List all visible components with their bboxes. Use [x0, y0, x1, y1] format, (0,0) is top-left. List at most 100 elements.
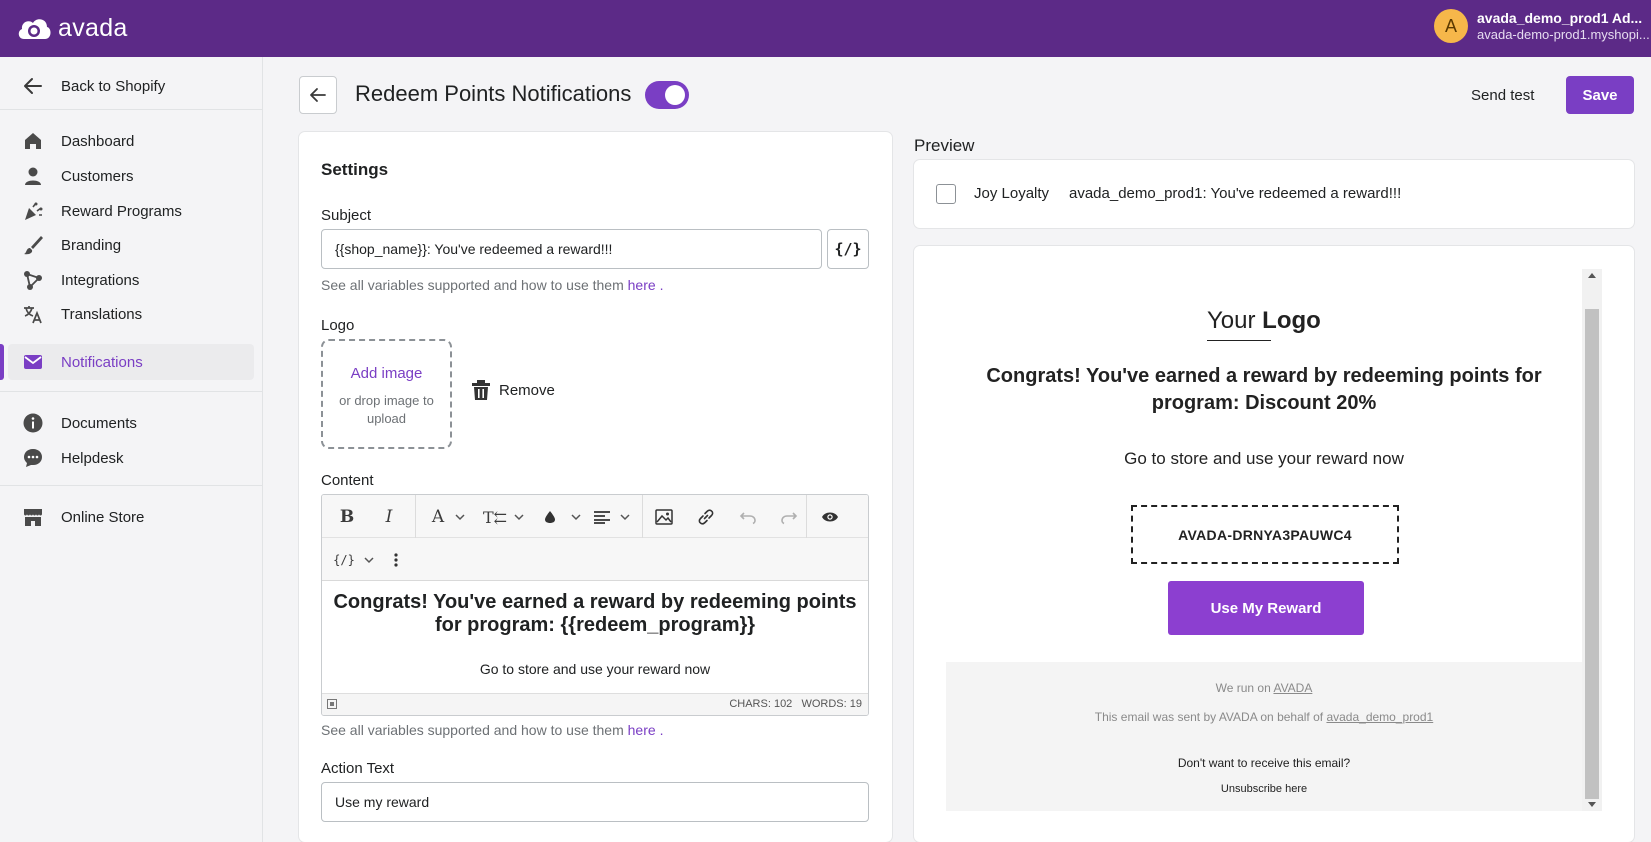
sidebar-item-documents[interactable]: Documents	[8, 405, 254, 441]
unsubscribe-question: Don't want to receive this email?	[1177, 756, 1351, 770]
insert-link-button[interactable]	[694, 503, 718, 531]
save-button[interactable]: Save	[1566, 76, 1634, 114]
translate-icon	[24, 306, 42, 324]
add-image-link[interactable]: Add image	[323, 365, 450, 382]
chevron-down-icon	[620, 514, 630, 521]
help-text: See all variables supported and how to u…	[321, 722, 624, 738]
logo-dropzone[interactable]: Add image or drop image to upload	[321, 339, 452, 449]
brush-icon	[24, 236, 43, 255]
sidebar-item-translations[interactable]: Translations	[8, 296, 254, 332]
scroll-up-arrow[interactable]	[1588, 273, 1596, 278]
network-icon	[24, 271, 42, 290]
store-icon	[24, 509, 42, 526]
variables-help: See all variables supported and how to u…	[321, 277, 663, 293]
more-options-button[interactable]	[388, 546, 404, 574]
font-color-dropdown[interactable]: A	[424, 503, 474, 531]
use-my-reward-button[interactable]: Use My Reward	[1168, 581, 1364, 635]
sidebar-item-integrations[interactable]: Integrations	[8, 262, 254, 298]
back-button[interactable]	[299, 76, 337, 114]
logo-logo: Logo	[1262, 307, 1321, 334]
variables-help-link[interactable]: here	[628, 277, 656, 293]
sidebar-item-label: Customers	[61, 167, 134, 185]
sidebar-item-branding[interactable]: Branding	[8, 227, 254, 263]
preview-button[interactable]	[818, 503, 842, 531]
send-test-button[interactable]: Send test	[1457, 76, 1548, 114]
powered-by: We run on AVADA	[946, 681, 1582, 695]
editor-toolbar: B I A T⇇ {/}	[322, 495, 868, 581]
sidebar-item-label: Translations	[61, 305, 143, 323]
logo-label: Logo	[321, 317, 355, 334]
sidebar-item-customers[interactable]: Customers	[8, 158, 254, 194]
action-text-input[interactable]: Use my reward	[321, 782, 869, 822]
sent-by-text: This email was sent by AVADA on behalf o…	[1094, 710, 1324, 724]
divider	[0, 391, 263, 392]
scroll-down-arrow[interactable]	[1588, 802, 1596, 807]
sent-by: This email was sent by AVADA on behalf o…	[946, 710, 1582, 724]
sidebar-item-helpdesk[interactable]: Helpdesk	[8, 440, 254, 476]
sidebar-item-notifications[interactable]: Notifications	[8, 344, 254, 380]
sidebar-item-label: Dashboard	[61, 132, 135, 150]
email-preview-card: Your Logo Congrats! You've earned a rewa…	[914, 246, 1634, 842]
highlight-dropdown[interactable]	[542, 503, 584, 531]
sidebar-item-label: Branding	[61, 236, 122, 254]
sidebar: Back to Shopify Dashboard Customers Rewa…	[0, 57, 263, 842]
toggle-knob	[665, 85, 685, 105]
sidebar-item-label: Notifications	[61, 353, 143, 371]
account-domain: avada-demo-prod1.myshopi...	[1477, 27, 1650, 42]
arrow-left-icon	[310, 88, 326, 102]
account-menu[interactable]: A avada_demo_prod1 Ad... avada-demo-prod…	[1434, 9, 1651, 43]
email-frame: Your Logo Congrats! You've earned a rewa…	[946, 269, 1602, 811]
subject-input[interactable]: {{shop_name}}: You've redeemed a reward!…	[321, 229, 822, 269]
inbox-checkbox[interactable]	[936, 184, 956, 204]
chevron-down-icon	[571, 514, 581, 521]
info-icon	[23, 413, 43, 433]
redo-button[interactable]	[777, 503, 801, 531]
inbox-sender: Joy Loyalty	[974, 185, 1050, 202]
bold-button[interactable]: B	[336, 503, 358, 531]
enable-toggle[interactable]	[645, 81, 689, 109]
mail-icon	[24, 355, 42, 369]
unsubscribe-link[interactable]: Unsubscribe here	[946, 783, 1582, 795]
help-period: .	[659, 722, 664, 738]
settings-card: Settings Subject {{shop_name}}: You've r…	[299, 132, 892, 842]
variables-help-link[interactable]: here	[628, 722, 656, 738]
sidebar-item-label: Documents	[61, 414, 137, 432]
brand-logo[interactable]: avada	[16, 12, 128, 44]
sidebar-item-dashboard[interactable]: Dashboard	[8, 123, 254, 159]
back-to-shopify-link[interactable]: Back to Shopify	[8, 68, 254, 104]
sidebar-item-online-store[interactable]: Online Store	[8, 499, 254, 535]
home-icon	[25, 133, 41, 149]
discount-code: AVADA-DRNYA3PAUWC4	[1131, 505, 1399, 564]
logo-underline	[1207, 340, 1271, 341]
we-run-text: We run on	[1215, 681, 1271, 695]
remove-logo-button[interactable]: Remove	[471, 379, 555, 401]
insert-variable-dropdown[interactable]: {/}	[332, 546, 376, 574]
active-indicator	[0, 344, 4, 380]
avada-link[interactable]: AVADA	[1273, 681, 1312, 695]
scroll-thumb[interactable]	[1585, 309, 1599, 799]
divider	[0, 485, 263, 486]
drop-hint: or drop image to upload	[339, 393, 434, 426]
email-scrollbar[interactable]	[1582, 269, 1602, 811]
chevron-down-icon	[514, 514, 524, 521]
insert-variable-button[interactable]: {/}	[827, 229, 869, 269]
insert-image-button[interactable]	[652, 503, 676, 531]
page-title: Redeem Points Notifications	[355, 81, 632, 106]
help-text: See all variables supported and how to u…	[321, 277, 624, 293]
italic-button[interactable]: I	[378, 503, 400, 531]
font-size-dropdown[interactable]: T⇇	[482, 503, 526, 531]
preview-label: Preview	[914, 136, 975, 155]
email-body: Your Logo Congrats! You've earned a rewa…	[946, 269, 1582, 662]
resize-icon[interactable]	[327, 699, 337, 709]
shop-link[interactable]: avada_demo_prod1	[1326, 710, 1433, 724]
editor-content[interactable]: Congrats! You've earned a reward by rede…	[322, 581, 868, 693]
undo-button[interactable]	[736, 503, 760, 531]
sidebar-item-label: Reward Programs	[61, 202, 182, 220]
align-dropdown[interactable]	[590, 503, 634, 531]
sidebar-item-reward-programs[interactable]: Reward Programs	[8, 193, 254, 229]
confetti-icon	[25, 202, 43, 220]
help-period: .	[659, 277, 664, 293]
sidebar-item-label: Helpdesk	[61, 449, 124, 467]
arrow-left-icon	[24, 78, 42, 94]
link-icon	[698, 509, 714, 525]
